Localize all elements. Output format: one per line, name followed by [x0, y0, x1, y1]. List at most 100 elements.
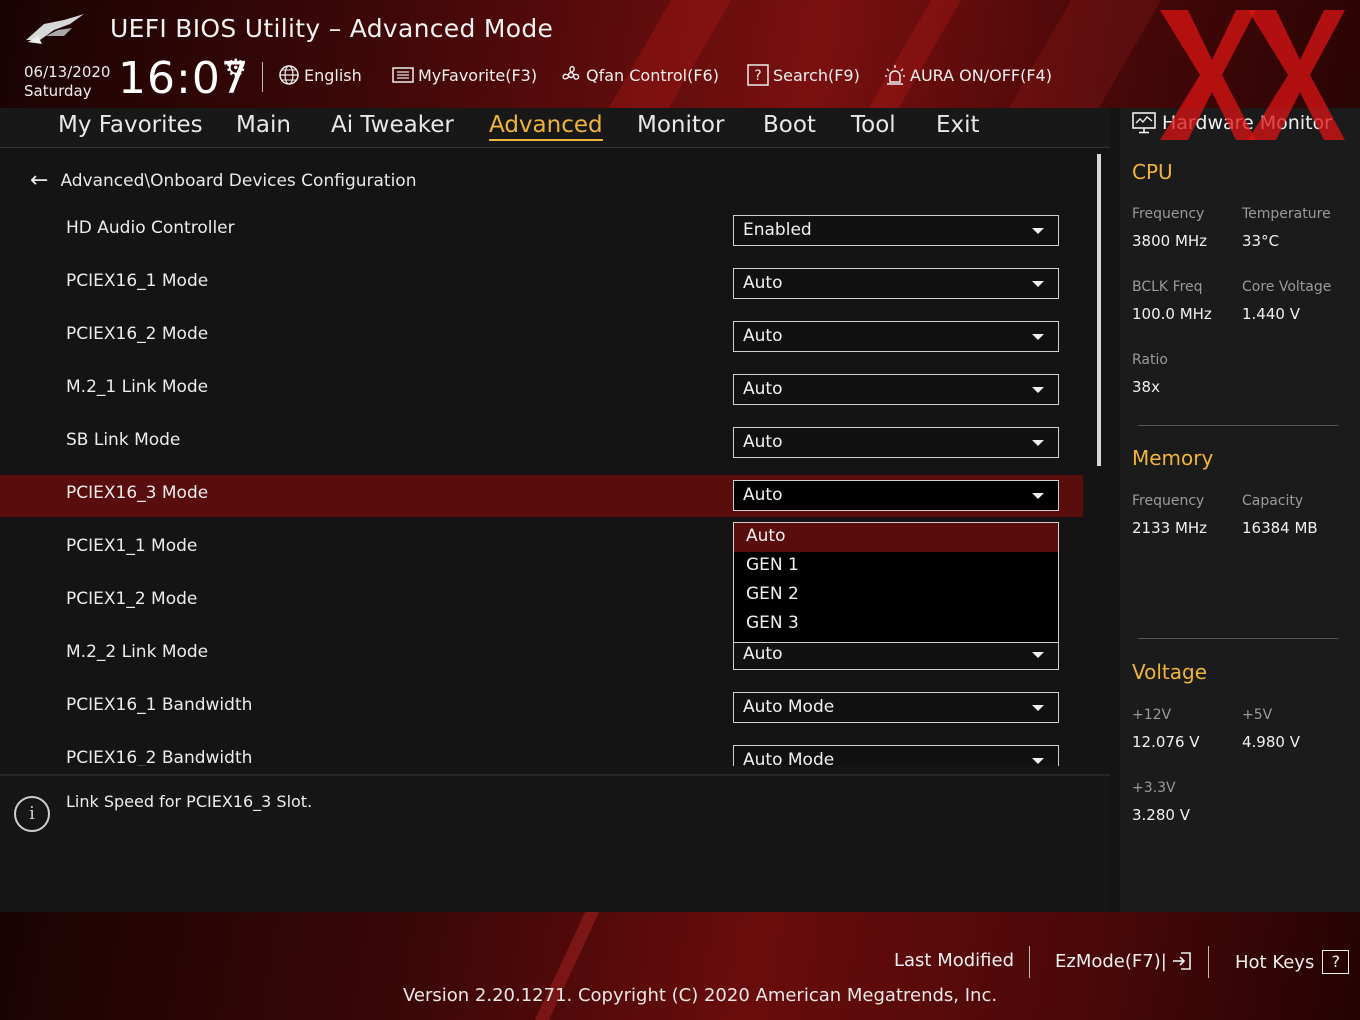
hotkeys-label: Hot Keys: [1235, 951, 1315, 973]
setting-label: PCIEX1_2 Mode: [66, 589, 198, 609]
qfan-label: Qfan Control(F6): [586, 65, 719, 85]
hardware-monitor-title: Hardware Monitor: [1132, 112, 1332, 134]
setting-row-pciex16-1-mode[interactable]: PCIEX16_1 Mode Auto: [0, 263, 1083, 305]
setting-label: PCIEX16_1 Mode: [66, 271, 209, 291]
cpu-temperature-value: 33°C: [1242, 232, 1280, 250]
setting-dropdown[interactable]: Auto: [733, 480, 1059, 511]
setting-row-m2-1-link-mode[interactable]: M.2_1 Link Mode Auto: [0, 369, 1083, 411]
dropdown-value: Auto: [743, 485, 783, 505]
dropdown-option-auto[interactable]: Auto: [734, 523, 1058, 552]
setting-label: SB Link Mode: [66, 430, 181, 450]
search-label: Search(F9): [773, 65, 860, 85]
tab-ai-tweaker[interactable]: Ai Tweaker: [331, 112, 454, 138]
divider: [1138, 638, 1338, 639]
setting-label: PCIEX16_1 Bandwidth: [66, 695, 253, 715]
cpu-frequency-value: 3800 MHz: [1132, 232, 1208, 250]
caret-down-icon: [1032, 228, 1044, 234]
setting-dropdown[interactable]: Auto: [733, 427, 1059, 458]
setting-row-pciex16-2-bandwidth[interactable]: PCIEX16_2 Bandwidth Auto Mode: [0, 740, 1083, 766]
fan-icon: [562, 65, 580, 80]
dropdown-options-list[interactable]: Auto GEN 1 GEN 2 GEN 3: [733, 522, 1059, 643]
ratio-label: Ratio: [1132, 352, 1168, 368]
gear-icon[interactable]: ⚙: [225, 54, 247, 82]
hotkeys-button[interactable]: Hot Keys ?: [1235, 950, 1350, 974]
caret-down-icon: [1032, 705, 1044, 711]
favorite-list-icon: [392, 67, 414, 83]
setting-dropdown[interactable]: Auto: [733, 374, 1059, 405]
setting-label: HD Audio Controller: [66, 218, 235, 238]
setting-dropdown[interactable]: Auto: [733, 321, 1059, 352]
setting-dropdown[interactable]: Auto Mode: [733, 745, 1059, 766]
dropdown-value: Enabled: [743, 220, 812, 240]
hardware-monitor-label: Hardware Monitor: [1162, 112, 1332, 134]
tab-tool[interactable]: Tool: [851, 112, 896, 138]
setting-row-pciex16-1-bandwidth[interactable]: PCIEX16_1 Bandwidth Auto Mode: [0, 687, 1083, 729]
setting-row-pciex16-2-mode[interactable]: PCIEX16_2 Mode Auto: [0, 316, 1083, 358]
question-icon: ?: [1322, 950, 1350, 974]
breadcrumb-path: Advanced\Onboard Devices Configuration: [60, 170, 417, 191]
exit-arrow-icon: [1172, 952, 1191, 970]
globe-icon: [279, 65, 299, 85]
memory-capacity-value: 16384 MB: [1242, 519, 1318, 537]
tab-exit[interactable]: Exit: [936, 112, 980, 138]
setting-row-hd-audio[interactable]: HD Audio Controller Enabled: [0, 210, 1083, 252]
dropdown-option-gen2[interactable]: GEN 2: [734, 581, 1058, 610]
tab-main[interactable]: Main: [236, 112, 291, 138]
language-label: English: [304, 65, 362, 85]
tab-my-favorites[interactable]: My Favorites: [58, 112, 203, 138]
search-help-icon: ?: [747, 64, 769, 86]
cpu-temperature-label: Temperature: [1242, 206, 1331, 222]
cpu-heading: CPU: [1132, 160, 1173, 184]
ezmode-label: EzMode(F7)|: [1055, 950, 1167, 972]
dropdown-value: Auto: [743, 379, 783, 399]
dropdown-value: Auto: [743, 432, 783, 452]
back-arrow-icon[interactable]: ←: [30, 168, 48, 193]
help-text: Link Speed for PCIEX16_3 Slot.: [66, 792, 313, 811]
version-text: Version 2.20.1271. Copyright (C) 2020 Am…: [403, 985, 998, 1006]
divider: [1138, 425, 1338, 426]
app-title: UEFI BIOS Utility – Advanced Mode: [110, 14, 554, 43]
v5-value: 4.980 V: [1242, 733, 1300, 751]
last-modified-label: Last Modified: [894, 950, 1015, 971]
dropdown-option-gen1[interactable]: GEN 1: [734, 552, 1058, 581]
caret-down-icon: [1032, 281, 1044, 287]
aura-button[interactable]: AURA ON/OFF(F4): [884, 64, 1052, 86]
dropdown-value: Auto: [743, 326, 783, 346]
cpu-frequency-label: Frequency: [1132, 206, 1205, 222]
dropdown-option-gen3[interactable]: GEN 3: [734, 610, 1058, 639]
last-modified-button[interactable]: Last Modified: [894, 950, 1014, 971]
setting-dropdown[interactable]: Auto: [733, 639, 1059, 670]
dropdown-value: Auto: [743, 644, 783, 664]
setting-row-sb-link-mode[interactable]: SB Link Mode Auto: [0, 422, 1083, 464]
setting-dropdown[interactable]: Auto Mode: [733, 692, 1059, 723]
breadcrumb: ← Advanced\Onboard Devices Configuration: [30, 168, 416, 193]
settings-scrollbar[interactable]: [1097, 154, 1101, 466]
caret-down-icon: [1032, 652, 1044, 658]
tab-monitor[interactable]: Monitor: [637, 112, 724, 138]
aura-label: AURA ON/OFF(F4): [910, 65, 1052, 85]
dropdown-value: Auto Mode: [743, 750, 835, 766]
ezmode-button[interactable]: EzMode(F7)|: [1055, 950, 1193, 972]
setting-dropdown[interactable]: Auto: [733, 268, 1059, 299]
search-button[interactable]: ? Search(F9): [747, 64, 860, 86]
v33-value: 3.280 V: [1132, 806, 1190, 824]
setting-label: PCIEX16_3 Mode: [66, 483, 209, 503]
dropdown-value: Auto: [743, 273, 783, 293]
memory-frequency-label: Frequency: [1132, 493, 1205, 509]
memory-capacity-label: Capacity: [1242, 493, 1304, 509]
language-button[interactable]: English: [278, 64, 362, 86]
qfan-button[interactable]: Qfan Control(F6): [560, 64, 719, 86]
memory-frequency-value: 2133 MHz: [1132, 519, 1208, 537]
setting-row-pciex16-3-mode[interactable]: PCIEX16_3 Mode Auto: [0, 475, 1083, 517]
rog-logo-icon: [26, 14, 84, 44]
ratio-value: 38x: [1132, 378, 1160, 396]
day-display: Saturday: [24, 82, 92, 100]
memory-heading: Memory: [1132, 446, 1214, 470]
myfavorite-button[interactable]: MyFavorite(F3): [392, 64, 537, 86]
divider: [1208, 946, 1209, 978]
svg-text:?: ?: [754, 68, 761, 84]
tab-advanced[interactable]: Advanced: [489, 112, 603, 141]
setting-dropdown[interactable]: Enabled: [733, 215, 1059, 246]
v33-label: +3.3V: [1132, 780, 1176, 796]
tab-boot[interactable]: Boot: [763, 112, 816, 138]
